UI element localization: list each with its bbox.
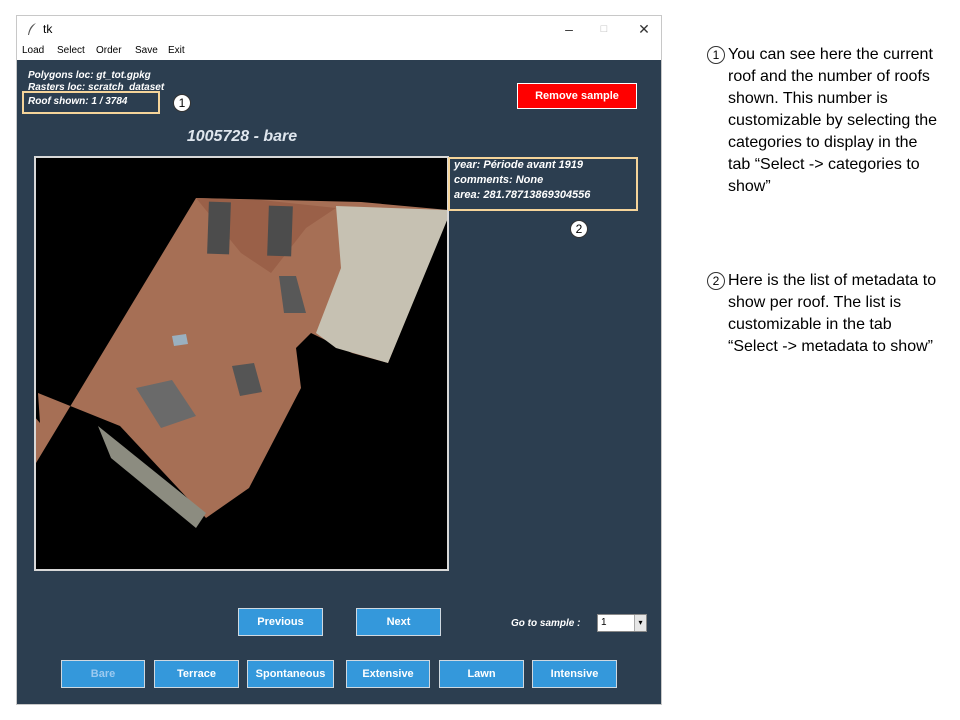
app-window: tk – □ ✕ Load Select Order Save Exit Pol… <box>16 15 662 705</box>
menu-order[interactable]: Order <box>96 45 122 56</box>
roof-image <box>34 156 449 571</box>
metadata-comments: comments: None <box>454 174 544 186</box>
sample-title: 1005728 - bare <box>186 128 298 145</box>
close-button[interactable]: ✕ <box>634 19 654 39</box>
window-title: tk <box>43 22 53 36</box>
goto-label: Go to sample : <box>511 618 581 629</box>
chevron-down-icon[interactable]: ▾ <box>634 615 646 631</box>
menu-bar: Load Select Order Save Exit <box>17 43 661 60</box>
category-extensive-button[interactable]: Extensive <box>346 660 430 688</box>
menu-load[interactable]: Load <box>22 45 44 56</box>
feather-icon <box>28 23 36 35</box>
category-spontaneous-button[interactable]: Spontaneous <box>247 660 334 688</box>
annotation-one: You can see here the current roof and th… <box>728 46 937 195</box>
menu-save[interactable]: Save <box>135 45 158 56</box>
maximize-button[interactable]: □ <box>594 19 614 39</box>
roof-aerial-image <box>34 158 448 569</box>
menu-select[interactable]: Select <box>57 45 85 56</box>
category-bare-button[interactable]: Bare <box>61 660 145 688</box>
roof-shown-counter: Roof shown: 1 / 3784 <box>28 96 128 107</box>
menu-exit[interactable]: Exit <box>168 45 185 56</box>
metadata-year: year: Période avant 1919 <box>454 159 584 171</box>
marker-one: 1 <box>173 94 191 112</box>
metadata-area: area: 281.78713869304556 <box>454 189 591 201</box>
goto-value: 1 <box>601 617 607 628</box>
category-lawn-button[interactable]: Lawn <box>439 660 524 688</box>
annotation-marker-one: 1 <box>707 46 725 64</box>
category-intensive-button[interactable]: Intensive <box>532 660 617 688</box>
next-button[interactable]: Next <box>356 608 441 636</box>
annotation-marker-two: 2 <box>707 272 725 290</box>
minimize-button[interactable]: – <box>559 19 579 39</box>
title-bar: tk – □ ✕ <box>17 16 661 43</box>
goto-select[interactable]: 1 ▾ <box>597 614 647 632</box>
remove-sample-button[interactable]: Remove sample <box>517 83 637 109</box>
previous-button[interactable]: Previous <box>238 608 323 636</box>
annotation-two: Here is the list of metadata to show per… <box>728 272 937 355</box>
polygons-location: Polygons loc: gt_tot.gpkg <box>28 70 151 81</box>
marker-two: 2 <box>570 220 588 238</box>
category-terrace-button[interactable]: Terrace <box>154 660 239 688</box>
